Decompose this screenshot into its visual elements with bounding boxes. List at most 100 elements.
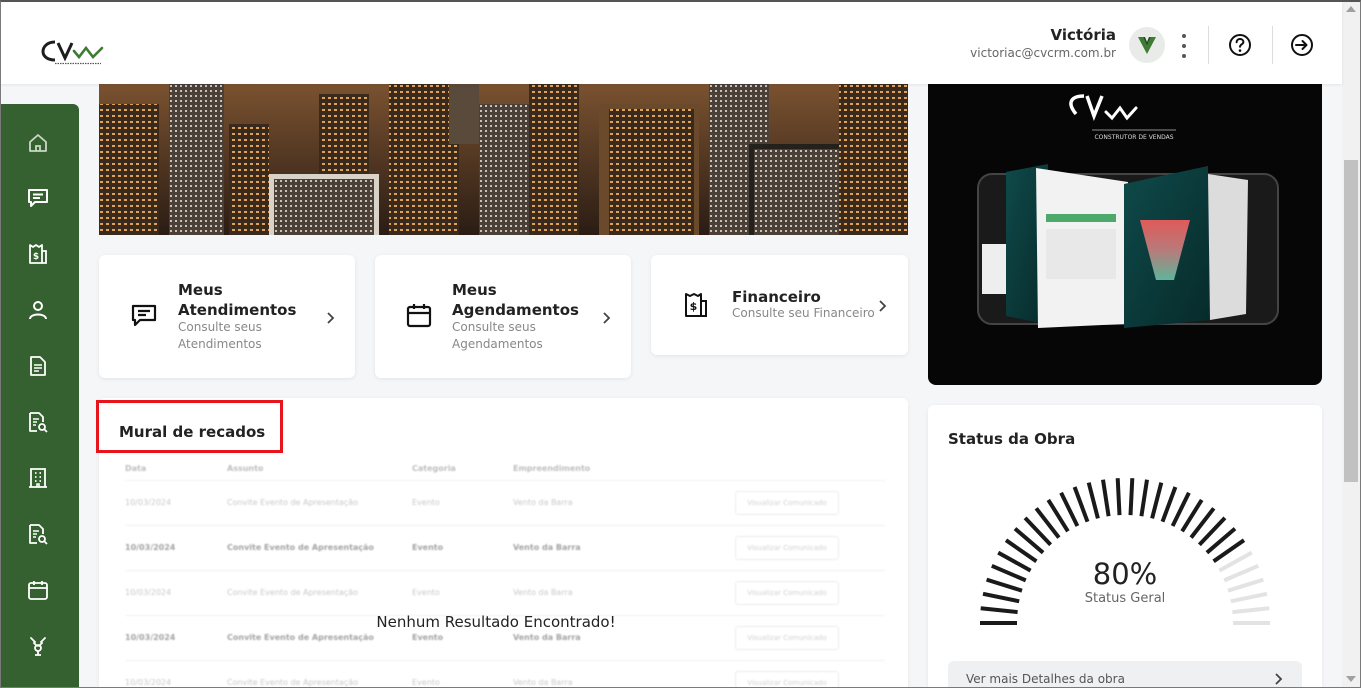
card-meus-atendimentos[interactable]: Meus Atendimentos Consulte seus Atendiment… (99, 255, 355, 378)
row-category: Evento (412, 498, 440, 507)
home-icon (29, 134, 47, 152)
card-financeiro[interactable]: $ Financeiro Consulte seu Financeiro (651, 255, 908, 355)
gauge-tick (1160, 486, 1178, 523)
gauge-tick (1139, 479, 1149, 517)
sidebar-item-financeiro[interactable]: $ (25, 241, 51, 267)
card-meus-agendamentos[interactable]: Meus Agendamentos Consulte seus Agendament… (375, 255, 631, 378)
receipt-dollar-icon: $ (29, 244, 47, 264)
sidebar-nav: $ (1, 104, 79, 688)
chat-icon (131, 304, 157, 327)
row-project: Vento da Barra (513, 543, 581, 552)
company-logo[interactable] (41, 38, 105, 70)
scroll-down-arrow-icon[interactable] (1346, 676, 1356, 682)
table-row: 10/03/2024 Convite Evento de Apresentaçã… (125, 660, 885, 688)
svg-text:$: $ (33, 252, 39, 262)
card-title: Meus Atendimentos (178, 281, 297, 319)
column-header: Categoria (412, 464, 456, 473)
sidebar-item-empreendimentos[interactable] (25, 465, 51, 491)
row-subject: Convite Evento de Apresentação (227, 633, 374, 642)
building-icon (29, 468, 47, 488)
view-notice-button[interactable]: Visualizar Comunicado (735, 671, 839, 688)
row-date: 10/03/2024 (125, 498, 172, 507)
row-project: Vento da Barra (513, 633, 581, 642)
row-date: 10/03/2024 (125, 543, 176, 552)
more-options-icon[interactable] (1174, 32, 1194, 60)
chevron-right-icon (879, 300, 887, 312)
see-more-details-link[interactable]: Ver mais Detalhes da obra (948, 661, 1302, 688)
scroll-up-arrow-icon[interactable] (1346, 6, 1356, 12)
empty-result-message: Nenhum Resultado Encontrado! (376, 613, 616, 631)
user-name: Victória (1050, 26, 1116, 44)
status-da-obra-panel: Status da Obra 80% Status Geral Ver mais… (928, 405, 1322, 688)
row-date: 10/03/2024 (125, 678, 172, 687)
gauge-tick (980, 606, 1018, 615)
gauge-tick (1115, 478, 1122, 516)
view-notice-button[interactable]: Visualizar Comunicado (735, 491, 839, 515)
sidebar-item-atendimentos[interactable] (25, 185, 51, 211)
user-info: Victória victoriac@cvcrm.com.br (970, 26, 1116, 60)
card-subtitle: Consulte seu Financeiro (732, 306, 875, 320)
status-title: Status da Obra (948, 430, 1076, 448)
row-category: Evento (412, 633, 444, 642)
chevron-right-icon (1275, 673, 1283, 685)
user-avatar[interactable] (1129, 27, 1165, 63)
sidebar-item-assistencia[interactable] (25, 633, 51, 659)
status-label: Status Geral (1084, 591, 1166, 606)
row-subject: Convite Evento de Apresentação (227, 543, 374, 552)
gauge-tick (1101, 479, 1111, 517)
view-notice-button[interactable]: Visualizar Comunicado (735, 581, 839, 605)
city-banner-image (99, 84, 908, 235)
sidebar-item-documentos[interactable] (25, 353, 51, 379)
promo-artwork: CONSTRUTOR DE VENDAS (977, 94, 1279, 328)
promo-banner[interactable]: CONSTRUTOR DE VENDAS (928, 84, 1322, 385)
header-divider (1208, 26, 1209, 64)
row-project: Vento da Barra (513, 588, 573, 597)
sidebar-item-perfil[interactable] (25, 297, 51, 323)
document-search-icon (29, 524, 48, 545)
tools-icon (30, 637, 46, 656)
row-category: Evento (412, 588, 440, 597)
chat-icon (28, 189, 48, 207)
details-link-label: Ver mais Detalhes da obra (966, 672, 1125, 686)
sidebar-item-relatorios[interactable] (25, 521, 51, 547)
v-logo-icon (1138, 37, 1156, 54)
gauge-tick (1072, 486, 1090, 523)
column-header: Empreendimento (513, 464, 591, 473)
svg-text:$: $ (690, 300, 698, 313)
document-icon (30, 356, 46, 376)
sidebar-item-home[interactable] (25, 130, 51, 156)
sidebar-item-agenda[interactable] (25, 577, 51, 603)
column-header: Assunto (227, 464, 264, 473)
scrollbar-thumb[interactable] (1344, 160, 1358, 482)
help-icon[interactable] (1227, 32, 1253, 58)
card-title: Financeiro (732, 288, 821, 306)
header-divider (1272, 26, 1273, 64)
user-email: victoriac@cvcrm.com.br (970, 46, 1116, 60)
row-project: Vento da Barra (513, 678, 573, 687)
user-icon (29, 301, 47, 320)
calendar-icon (28, 581, 48, 600)
row-date: 10/03/2024 (125, 588, 172, 597)
sidebar-item-contratos[interactable] (25, 409, 51, 435)
row-subject: Convite Evento de Apresentação (227, 498, 358, 507)
row-category: Evento (412, 543, 444, 552)
gauge-tick (1150, 482, 1164, 519)
top-header: Victória victoriac@cvcrm.com.br (1, 2, 1342, 84)
promo-logo-subtext: CONSTRUTOR DE VENDAS (1094, 134, 1173, 141)
document-search-icon (29, 412, 48, 433)
gauge-tick (1128, 478, 1135, 516)
receipt-dollar-icon: $ (685, 293, 707, 317)
card-subtitle: Consulte seus Agendamentos (452, 320, 543, 351)
card-title: Meus Agendamentos (452, 281, 579, 319)
gauge-tick (1232, 606, 1270, 615)
table-row: 10/03/2024 Convite Evento de Apresentaçã… (125, 480, 885, 525)
progress-gauge (980, 478, 1270, 625)
gauge-tick (1086, 482, 1100, 519)
chevron-right-icon (327, 312, 335, 324)
logout-icon[interactable] (1289, 32, 1315, 58)
column-header: Data (125, 464, 147, 473)
view-notice-button[interactable]: Visualizar Comunicado (735, 536, 839, 560)
row-subject: Convite Evento de Apresentação (227, 678, 358, 687)
table-row: 10/03/2024 Convite Evento de Apresentaçã… (125, 570, 885, 615)
row-subject: Convite Evento de Apresentação (227, 588, 358, 597)
